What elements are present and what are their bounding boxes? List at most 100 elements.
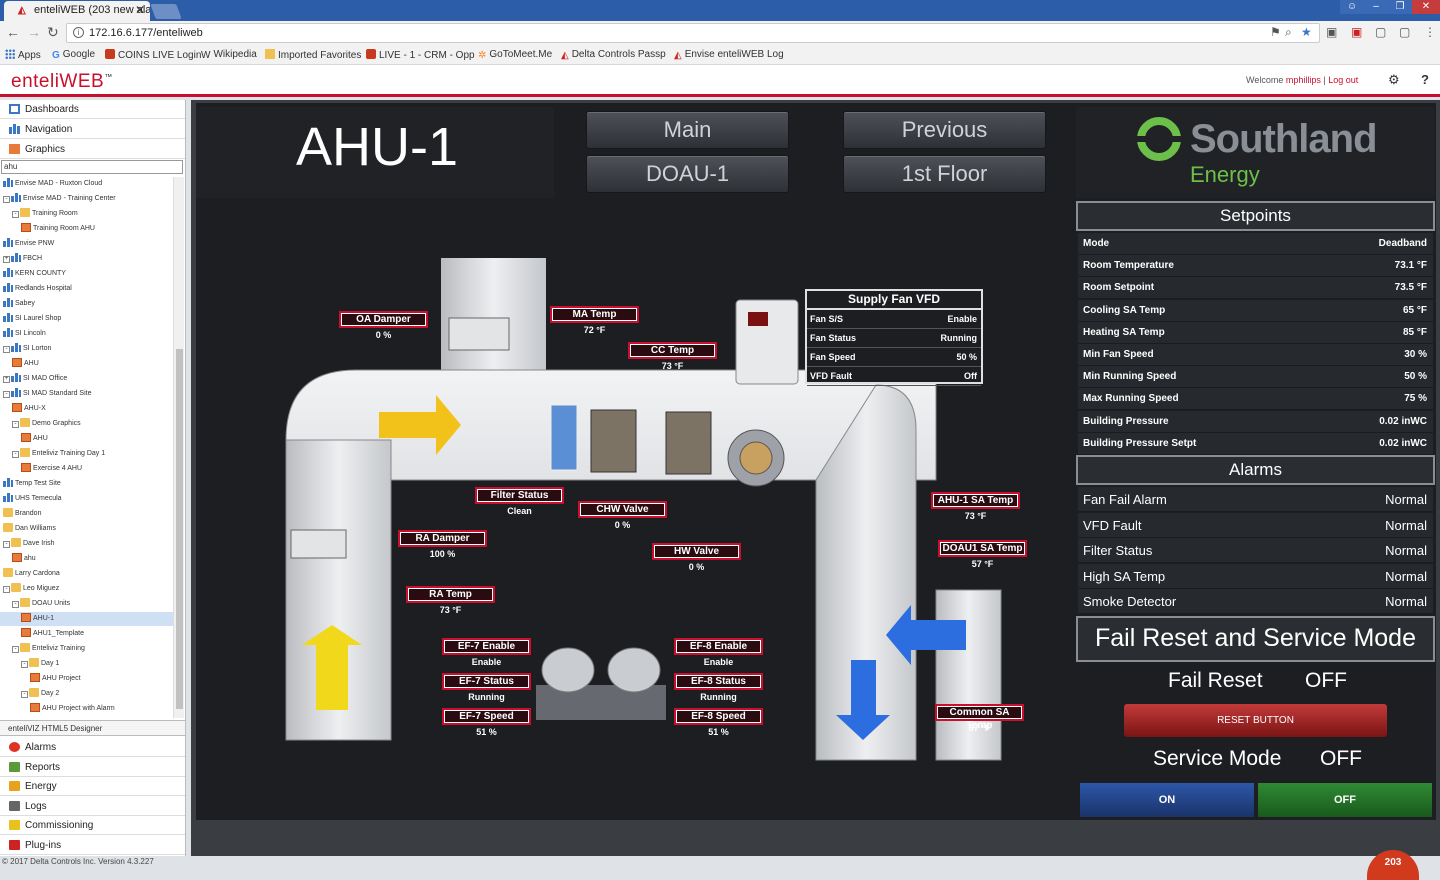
tree-node[interactable]: - Day 1 bbox=[0, 657, 59, 671]
close-window-icon[interactable]: ✕ bbox=[1412, 0, 1440, 14]
collapse-icon[interactable]: - bbox=[12, 421, 19, 428]
tree-node[interactable]: + FBCH bbox=[0, 252, 42, 266]
point-label[interactable]: CHW Valve bbox=[578, 501, 667, 518]
tree-node[interactable]: SI Laurel Shop bbox=[0, 312, 61, 326]
close-tab-icon[interactable]: ✕ bbox=[135, 3, 145, 17]
maximize-icon[interactable]: ❐ bbox=[1388, 0, 1412, 14]
collapse-icon[interactable]: - bbox=[12, 646, 19, 653]
point-label[interactable]: RA Damper bbox=[398, 530, 487, 547]
minimize-icon[interactable]: – bbox=[1364, 0, 1388, 14]
point-label[interactable]: Common SA Temp bbox=[935, 704, 1024, 731]
tree-node[interactable]: - Demo Graphics bbox=[0, 417, 81, 431]
collapse-icon[interactable]: - bbox=[3, 346, 10, 353]
tree-node[interactable]: - DOAU Units bbox=[0, 597, 70, 611]
tree-node[interactable]: - Training Room bbox=[0, 207, 78, 221]
setpoint-value[interactable]: 75 % bbox=[1404, 393, 1427, 404]
vfd-row-value[interactable]: Running bbox=[941, 333, 978, 343]
designer-tab[interactable]: enteliVIZ HTML5 Designer bbox=[0, 720, 185, 736]
collapse-icon[interactable]: - bbox=[12, 601, 19, 608]
tree-node[interactable]: - SI Lorton bbox=[0, 342, 51, 356]
tree-node[interactable]: Envise PNW bbox=[0, 237, 54, 251]
setpoint-value[interactable]: 0.02 inWC bbox=[1379, 416, 1427, 427]
tree-node[interactable]: Temp Test Site bbox=[0, 477, 61, 491]
sidebar-item-navigation[interactable]: Navigation bbox=[0, 120, 185, 139]
bookmark-delta[interactable]: ◭ Delta Controls Passp bbox=[561, 49, 666, 61]
service-off-button[interactable]: OFF bbox=[1258, 783, 1432, 817]
point-label[interactable]: EF-8 Status bbox=[674, 673, 763, 690]
user-link[interactable]: mphillips bbox=[1286, 75, 1321, 85]
bookmark-google[interactable]: G Google bbox=[52, 49, 95, 61]
vfd-row-value[interactable]: Enable bbox=[947, 314, 977, 324]
point-label[interactable]: OA Damper bbox=[339, 311, 428, 328]
bookmark-coins[interactable]: COINS LIVE Login bbox=[105, 49, 201, 61]
sidebar-item-dashboards[interactable]: Dashboards bbox=[0, 100, 185, 119]
point-label[interactable]: RA Temp bbox=[406, 586, 495, 603]
extension-icon[interactable]: ▣ bbox=[1326, 25, 1337, 39]
user-icon[interactable]: ☺ bbox=[1340, 0, 1364, 14]
zoom-icon[interactable]: ⌕ bbox=[1285, 25, 1292, 40]
main-button[interactable]: Main bbox=[586, 111, 789, 149]
tree-node[interactable]: Larry Cardona bbox=[0, 567, 60, 581]
sidebar-item-reports[interactable]: Reports bbox=[0, 758, 185, 777]
doau-1-button[interactable]: DOAU-1 bbox=[586, 155, 789, 193]
expand-icon[interactable]: + bbox=[3, 376, 10, 383]
point-label[interactable]: Filter Status bbox=[475, 487, 564, 504]
service-on-button[interactable]: ON bbox=[1080, 783, 1254, 817]
collapse-icon[interactable]: - bbox=[21, 691, 28, 698]
point-label[interactable]: EF-7 Enable bbox=[442, 638, 531, 655]
point-label[interactable]: HW Valve bbox=[652, 543, 741, 560]
tree-node[interactable]: - Day 2 bbox=[0, 687, 59, 701]
tree-node[interactable]: - Enteliviz Training bbox=[0, 642, 85, 656]
collapse-icon[interactable]: - bbox=[21, 661, 28, 668]
bookmark-crm[interactable]: LIVE - 1 - CRM - Opp bbox=[366, 49, 475, 61]
menu-dots-icon[interactable]: ⋮ bbox=[1424, 25, 1436, 39]
tree-node[interactable]: - Enteliviz Training Day 1 bbox=[0, 447, 105, 461]
bookmark-apps[interactable]: Apps bbox=[5, 49, 41, 61]
point-label[interactable]: MA Temp bbox=[550, 306, 639, 323]
extension-g-icon[interactable]: ▢ bbox=[1375, 25, 1386, 39]
tree-node[interactable]: AHU bbox=[0, 357, 39, 371]
new-tab-button[interactable] bbox=[150, 4, 182, 19]
point-label[interactable]: DOAU1 SA Temp bbox=[938, 540, 1027, 557]
tree-node[interactable]: AHU-1 bbox=[0, 612, 173, 626]
bookmark-gotomeet[interactable]: ✲ GoToMeet.Me bbox=[478, 49, 552, 61]
tree-search-input[interactable]: ahu bbox=[1, 160, 183, 174]
info-icon[interactable]: i bbox=[73, 27, 84, 38]
tree-node[interactable]: AHU Project with Alarm bbox=[0, 702, 115, 716]
bookmark-wikipedia[interactable]: W Wikipedia bbox=[201, 49, 257, 61]
point-label[interactable]: EF-7 Speed bbox=[442, 708, 531, 725]
tree-node[interactable]: Redlands Hospital bbox=[0, 282, 72, 296]
help-icon[interactable]: ? bbox=[1421, 72, 1429, 87]
tree-node[interactable]: Sabey bbox=[0, 297, 35, 311]
bookmark-imported[interactable]: Imported Favorites bbox=[265, 49, 361, 61]
tree-node[interactable]: - SI MAD Standard Site bbox=[0, 387, 91, 401]
translate-icon[interactable]: ⚑ bbox=[1270, 25, 1281, 39]
tree-node[interactable]: - Envise MAD - Training Center bbox=[0, 192, 116, 206]
back-icon[interactable]: ← bbox=[6, 24, 20, 40]
point-label[interactable]: EF-7 Status bbox=[442, 673, 531, 690]
tree-node[interactable]: Dan Williams bbox=[0, 522, 56, 536]
tree-node[interactable]: AHU Project bbox=[0, 672, 81, 686]
collapse-icon[interactable]: - bbox=[3, 391, 10, 398]
tree-node[interactable]: ahu bbox=[0, 552, 36, 566]
browser-tab[interactable]: ◭ enteliWEB (203 new alarms) ✕ bbox=[4, 1, 150, 21]
collapse-icon[interactable]: - bbox=[12, 211, 19, 218]
vfd-row-value[interactable]: 50 % bbox=[956, 352, 977, 362]
tree-node[interactable]: KERN COUNTY bbox=[0, 267, 66, 281]
point-label[interactable]: EF-8 Enable bbox=[674, 638, 763, 655]
sidebar-item-plug-ins[interactable]: Plug-ins bbox=[0, 836, 185, 855]
tree-node[interactable]: AHU1_Template bbox=[0, 627, 84, 641]
tree-node[interactable]: - Leo Miguez bbox=[0, 582, 59, 596]
sidebar-item-energy[interactable]: Energy bbox=[0, 777, 185, 796]
setpoint-value[interactable]: 73.1 °F bbox=[1395, 260, 1427, 271]
collapse-icon[interactable]: - bbox=[3, 586, 10, 593]
setpoint-value[interactable]: 30 % bbox=[1404, 349, 1427, 360]
enteliweb-logo[interactable]: enteliWEB™ bbox=[11, 71, 113, 93]
url-input[interactable]: i 172.16.6.177/enteliweb bbox=[66, 23, 1320, 43]
logout-link[interactable]: Log out bbox=[1328, 75, 1358, 85]
sidebar-item-alarms[interactable]: Alarms bbox=[0, 738, 185, 757]
tree-node[interactable]: UHS Temecula bbox=[0, 492, 62, 506]
forward-icon[interactable]: → bbox=[27, 24, 41, 40]
tree-node[interactable]: - Dave Irish bbox=[0, 537, 55, 551]
reset-button[interactable]: RESET BUTTON bbox=[1124, 704, 1387, 737]
